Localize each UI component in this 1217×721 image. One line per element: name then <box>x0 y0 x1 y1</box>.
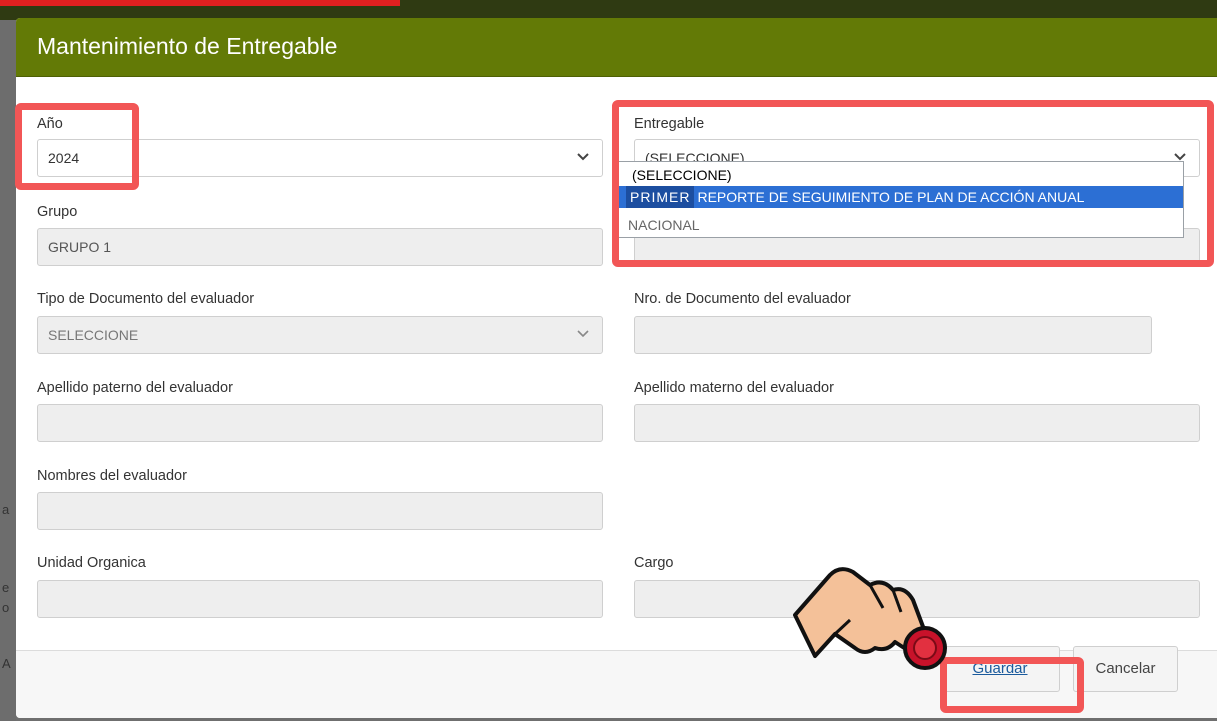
unidad-organica-label: Unidad Organica <box>37 555 146 571</box>
apellido-paterno-field[interactable] <box>37 404 603 442</box>
entregable-label: Entregable <box>634 116 705 132</box>
apellido-paterno-label: Apellido paterno del evaluador <box>37 380 233 396</box>
background-text-fragment: a <box>2 502 10 517</box>
tipo-documento-select[interactable]: SELECCIONE <box>37 316 603 354</box>
background-text-fragment: o <box>2 600 10 615</box>
nombres-field[interactable] <box>37 492 603 530</box>
grupo-label: Grupo <box>37 204 78 220</box>
dropdown-option[interactable]: NACIONAL <box>618 214 1183 236</box>
pointing-hand-icon <box>793 567 947 670</box>
grupo-field[interactable]: GRUPO 1 <box>37 228 603 266</box>
dropdown-option-selected[interactable]: PRIMER REPORTE DE SEGUIMIENTO DE PLAN DE … <box>618 186 1183 208</box>
tipo-documento-value: SELECCIONE <box>48 327 139 343</box>
nro-documento-field[interactable] <box>634 316 1152 354</box>
background-red-bar <box>0 0 400 6</box>
modal-title: Mantenimiento de Entregable <box>37 33 338 59</box>
entregable-dropdown-list: (SELECCIONE) PRIMER REPORTE DE SEGUIMIENT… <box>617 161 1184 238</box>
background-text-fragment: A <box>2 656 11 671</box>
dropdown-option-label: (SELECCIONE) <box>632 167 732 183</box>
cargo-label: Cargo <box>634 555 674 571</box>
chevron-down-icon <box>577 153 589 161</box>
save-button[interactable]: Guardar <box>940 646 1060 692</box>
anio-value: 2024 <box>48 150 80 166</box>
background-text-fragment: e <box>2 580 10 595</box>
apellido-materno-label: Apellido materno del evaluador <box>634 380 834 396</box>
nro-documento-label: Nro. de Documento del evaluador <box>634 291 851 307</box>
nombres-label: Nombres del evaluador <box>37 468 187 484</box>
background-left-strip: a e o A <box>0 20 16 721</box>
tipo-documento-label: Tipo de Documento del evaluador <box>37 291 255 307</box>
unidad-organica-field[interactable] <box>37 580 603 618</box>
dropdown-option-prefix: PRIMER <box>626 186 695 208</box>
anio-select[interactable]: 2024 <box>37 139 603 177</box>
dropdown-option-label: NACIONAL <box>628 217 700 233</box>
chevron-down-icon <box>577 330 589 338</box>
grupo-value: GRUPO 1 <box>48 239 112 255</box>
cancel-button[interactable]: Cancelar <box>1073 646 1178 692</box>
dropdown-option[interactable]: (SELECCIONE) <box>618 164 1183 186</box>
dropdown-option-label: REPORTE DE SEGUIMIENTO DE PLAN DE ACCIÓN… <box>697 189 1085 205</box>
entregable-modal: Mantenimiento de Entregable Año 2024 Ent… <box>16 18 1217 718</box>
modal-header: Mantenimiento de Entregable <box>16 18 1217 77</box>
apellido-materno-field[interactable] <box>634 404 1200 442</box>
anio-label: Año <box>37 116 63 132</box>
